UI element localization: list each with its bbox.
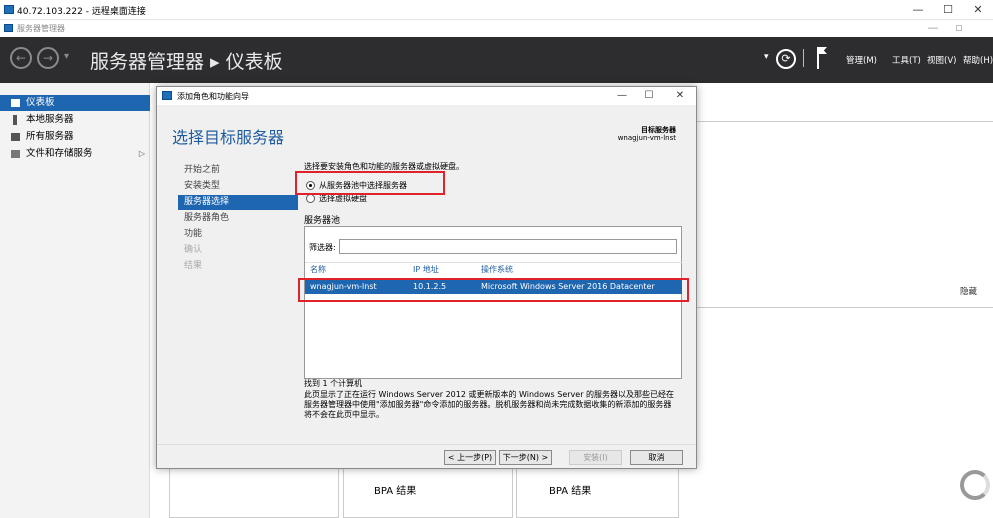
dashboard-icon (11, 99, 20, 107)
refresh-button[interactable]: ⟳ (776, 49, 796, 69)
remote-desktop-icon (4, 5, 14, 14)
previous-button[interactable]: < 上一步(P) (444, 450, 496, 465)
forward-button[interactable]: → (37, 47, 59, 69)
highlight-box (298, 278, 689, 302)
column-ip[interactable]: IP 地址 (413, 264, 439, 275)
step-features[interactable]: 功能 (178, 227, 298, 242)
sidebar-item-dashboard[interactable]: 仪表板 (0, 95, 150, 111)
target-server-value: wnagjun-vm-lnst (617, 134, 676, 142)
menu-help[interactable]: 帮助(H) (963, 54, 993, 66)
server-icon (13, 115, 17, 125)
sidebar-item-label: 本地服务器 (26, 114, 74, 125)
radio-vhd[interactable] (306, 194, 315, 203)
chevron-right-icon[interactable]: ▷ (139, 146, 145, 162)
app-restore-button[interactable]: ▫ (944, 18, 974, 38)
dashboard-tile (169, 465, 339, 518)
rdp-window-title: 40.72.103.222 - 远程桌面连接 (17, 7, 146, 17)
app-header: ← → ▾ 服务器管理器 ▸ 仪表板 ▾ ⟳ 管理(M) 工具(T) 视图(V)… (0, 37, 993, 83)
table-top-border (305, 262, 682, 263)
step-installation-type[interactable]: 安装类型 (178, 179, 298, 194)
rdp-minimize-button[interactable]: — (903, 0, 933, 20)
history-dropdown-icon[interactable]: ▾ (64, 51, 69, 62)
servers-icon (11, 133, 20, 141)
rdp-close-button[interactable]: ✕ (963, 0, 993, 20)
dashboard-tile[interactable]: BPA 结果 (343, 465, 513, 518)
server-pool-title: 服务器池 (304, 216, 341, 226)
step-server-roles[interactable]: 服务器角色 (178, 211, 298, 226)
dialog-title: 添加角色和功能向导 (177, 92, 249, 101)
server-manager-window-title: 服务器管理器 (17, 24, 65, 33)
step-before-you-begin[interactable]: 开始之前 (178, 163, 298, 178)
loading-spinner-icon (960, 470, 990, 500)
step-confirmation: 确认 (184, 245, 203, 255)
rdp-maximize-button[interactable]: ☐ (933, 0, 963, 20)
server-manager-icon (4, 24, 13, 32)
dialog-maximize-button[interactable]: ☐ (636, 87, 662, 104)
page-title: 选择目标服务器 (172, 128, 285, 147)
dialog-minimize-button[interactable]: — (609, 87, 635, 104)
server-manager-title-bar: 服务器管理器 — ▫ (0, 20, 993, 37)
cancel-button[interactable]: 取消 (630, 450, 683, 465)
found-count: 找到 1 个计算机 (304, 379, 363, 388)
description-line: 将不会在此页中显示。 (304, 410, 384, 419)
sidebar-item-label: 所有服务器 (26, 131, 74, 142)
column-name[interactable]: 名称 (310, 264, 326, 275)
sidebar-item-label: 仪表板 (26, 97, 55, 108)
install-button: 安装(I) (569, 450, 622, 465)
rdp-title-bar: 40.72.103.222 - 远程桌面连接 — ☐ ✕ (0, 0, 993, 20)
header-divider (803, 49, 804, 67)
storage-icon (11, 150, 20, 158)
dialog-footer: < 上一步(P) 下一步(N) > 安装(I) 取消 (157, 444, 696, 468)
description-line: 服务器管理器中使用"添加服务器"命令添加的服务器。脱机服务器和尚未完成数据收集的… (304, 400, 672, 409)
dashboard-divider (697, 307, 993, 308)
wizard-icon (162, 91, 172, 100)
back-button[interactable]: ← (10, 47, 32, 69)
filter-label: 筛选器: (309, 243, 336, 252)
dialog-close-button[interactable]: ✕ (667, 87, 693, 104)
sidebar-item-local-server[interactable]: 本地服务器 (0, 112, 150, 128)
description-line: 此页显示了正在运行 Windows Server 2012 或更新版本的 Win… (304, 390, 675, 399)
notification-flag-icon[interactable] (817, 47, 827, 69)
next-button[interactable]: 下一步(N) > (499, 450, 552, 465)
bpa-results-label: BPA 结果 (374, 486, 417, 497)
column-os[interactable]: 操作系统 (481, 264, 513, 275)
sidebar-item-all-servers[interactable]: 所有服务器 (0, 129, 150, 145)
sidebar-item-label: 文件和存储服务 (26, 148, 93, 159)
bpa-results-label: BPA 结果 (549, 486, 592, 497)
menu-tools[interactable]: 工具(T) (892, 54, 921, 66)
menu-view[interactable]: 视图(V) (927, 54, 956, 66)
step-server-selection[interactable]: 服务器选择 (178, 195, 298, 210)
filter-input[interactable] (339, 239, 677, 254)
hide-link[interactable]: 隐藏 (960, 285, 977, 297)
sidebar-item-file-storage[interactable]: 文件和存储服务 ▷ (0, 146, 150, 162)
dropdown-chevron-icon[interactable]: ▾ (764, 52, 769, 62)
add-roles-wizard-dialog: 添加角色和功能向导 — ☐ ✕ 选择目标服务器 目标服务器 wnagjun-vm… (156, 86, 697, 469)
breadcrumb: 服务器管理器 ▸ 仪表板 (90, 51, 283, 73)
server-pool-box: 筛选器: 名称 IP 地址 操作系统 wnagjun-vm-lnst 10.1.… (304, 226, 682, 379)
highlight-box (295, 171, 445, 195)
step-results: 结果 (184, 261, 203, 271)
dashboard-tile[interactable]: BPA 结果 (516, 465, 679, 518)
menu-manage[interactable]: 管理(M) (846, 54, 877, 66)
dashboard-divider (697, 121, 993, 122)
sidebar: 仪表板 本地服务器 所有服务器 文件和存储服务 ▷ (0, 83, 150, 518)
